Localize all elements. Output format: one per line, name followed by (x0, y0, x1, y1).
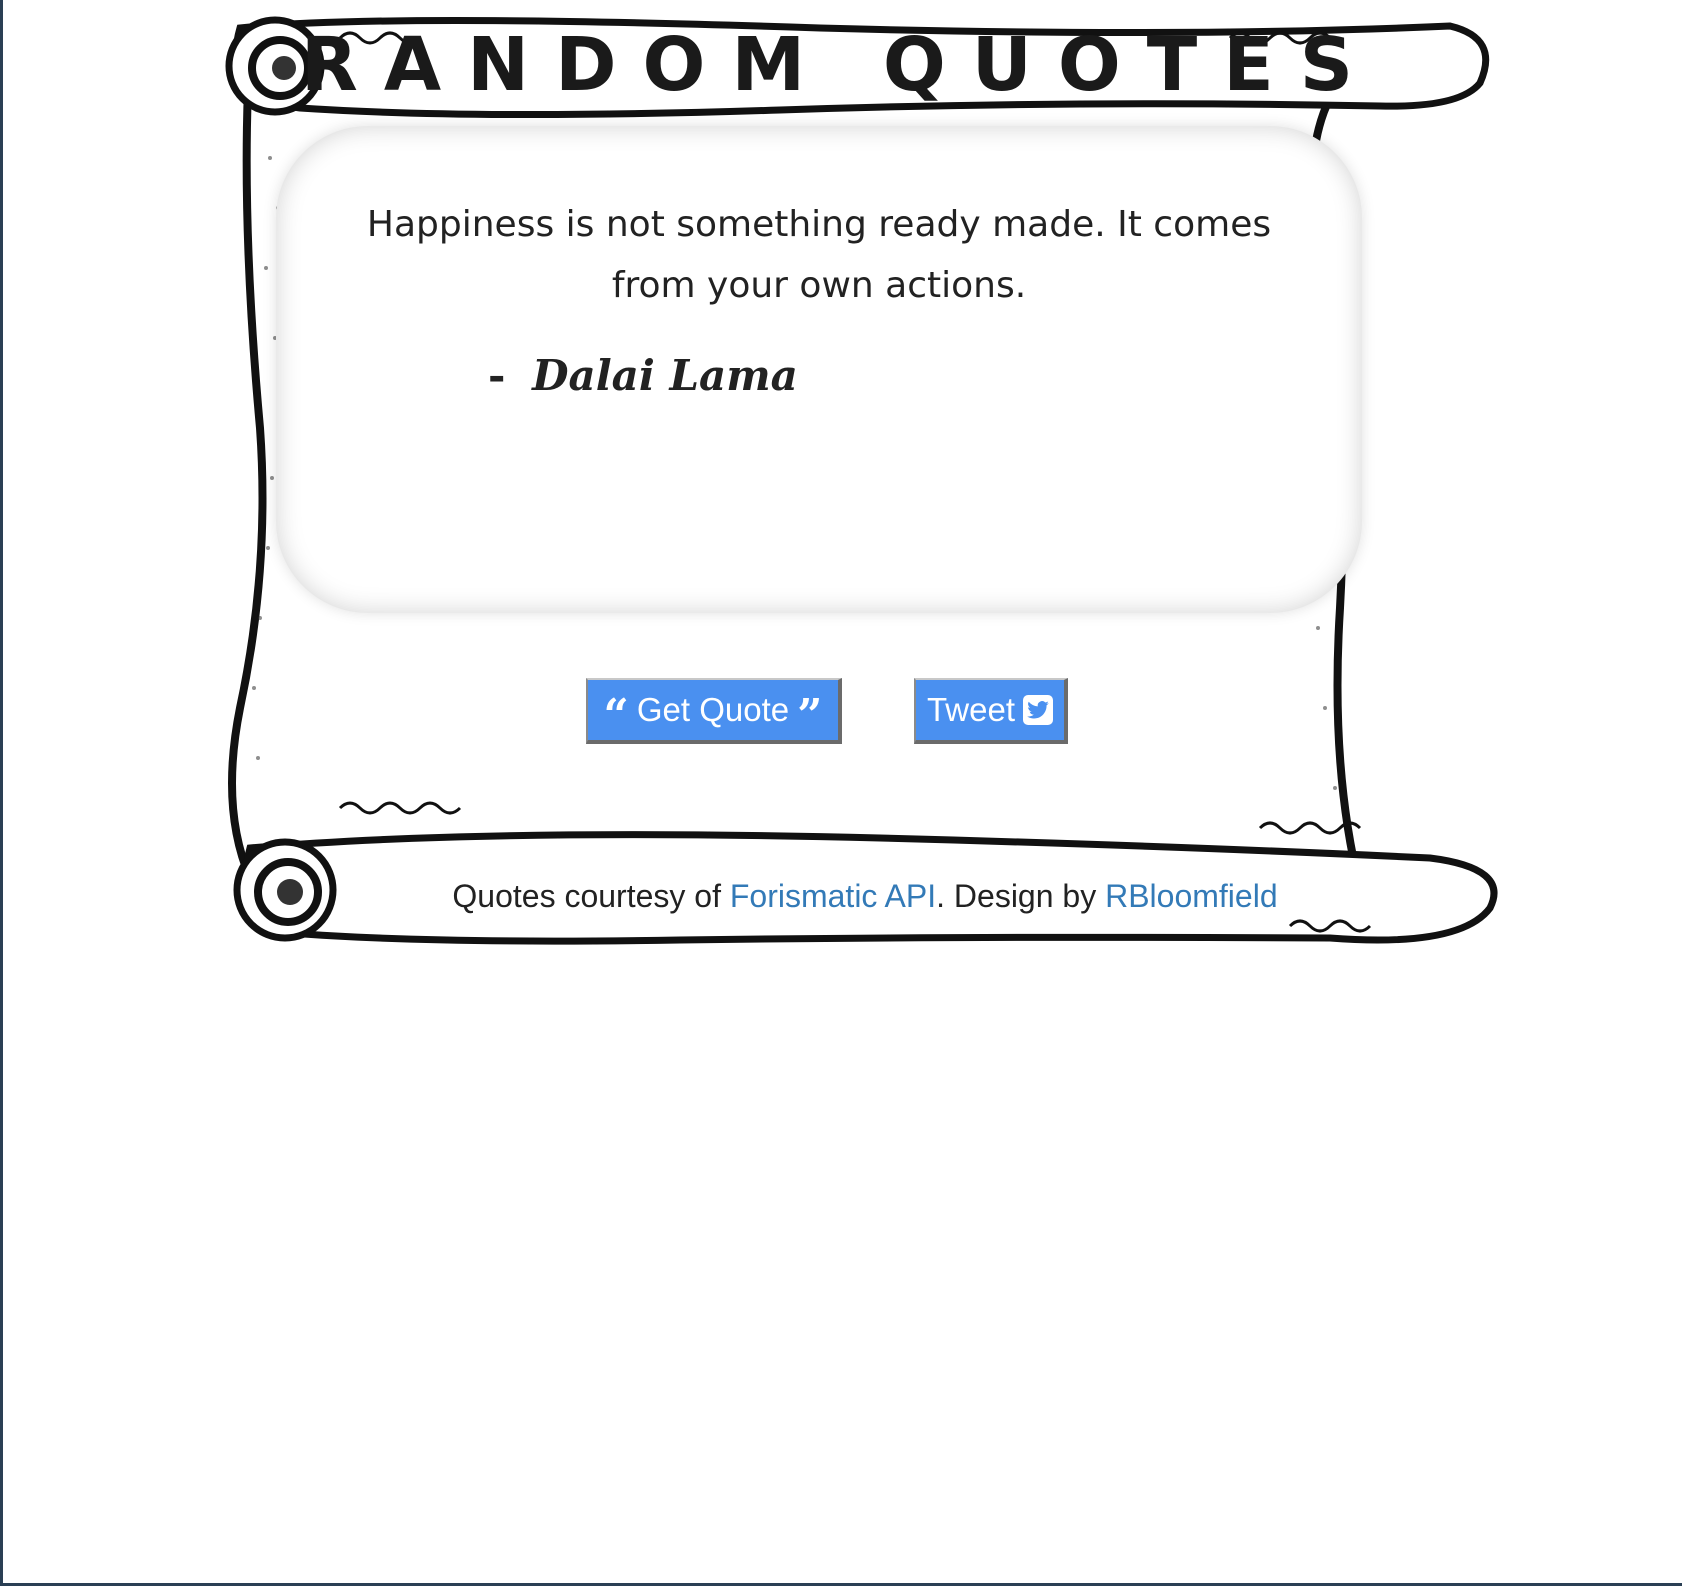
window-frame-edge (0, 0, 3, 1586)
twitter-bird-icon (1027, 701, 1049, 719)
designer-link[interactable]: RBloomfield (1105, 878, 1278, 914)
get-quote-label: Get Quote (636, 691, 790, 728)
quote-left-icon: “ (603, 690, 629, 741)
scroll-container: RANDOM QUOTES Happiness is not something… (180, 8, 1500, 948)
twitter-square-icon (1023, 695, 1054, 725)
author-name: Dalai Lama (532, 351, 798, 400)
forismatic-api-link[interactable]: Forismatic API (730, 878, 936, 914)
footer-prefix: Quotes courtesy of (452, 878, 730, 914)
tweet-label: Tweet (926, 691, 1016, 728)
page-title: RANDOM QUOTES (300, 22, 1380, 108)
quote-author: - Dalai Lama (488, 351, 798, 400)
tweet-button[interactable]: Tweet (914, 678, 1068, 744)
quote-card: Happiness is not something ready made. I… (276, 126, 1362, 613)
get-quote-button[interactable]: “ Get Quote ” (586, 678, 842, 744)
footer: Quotes courtesy of Forismatic API. Desig… (415, 878, 1315, 915)
quote-right-icon: ” (797, 690, 823, 741)
footer-middle: . Design by (936, 878, 1106, 914)
author-dash: - (488, 351, 506, 400)
quote-text: Happiness is not something ready made. I… (366, 204, 1272, 306)
